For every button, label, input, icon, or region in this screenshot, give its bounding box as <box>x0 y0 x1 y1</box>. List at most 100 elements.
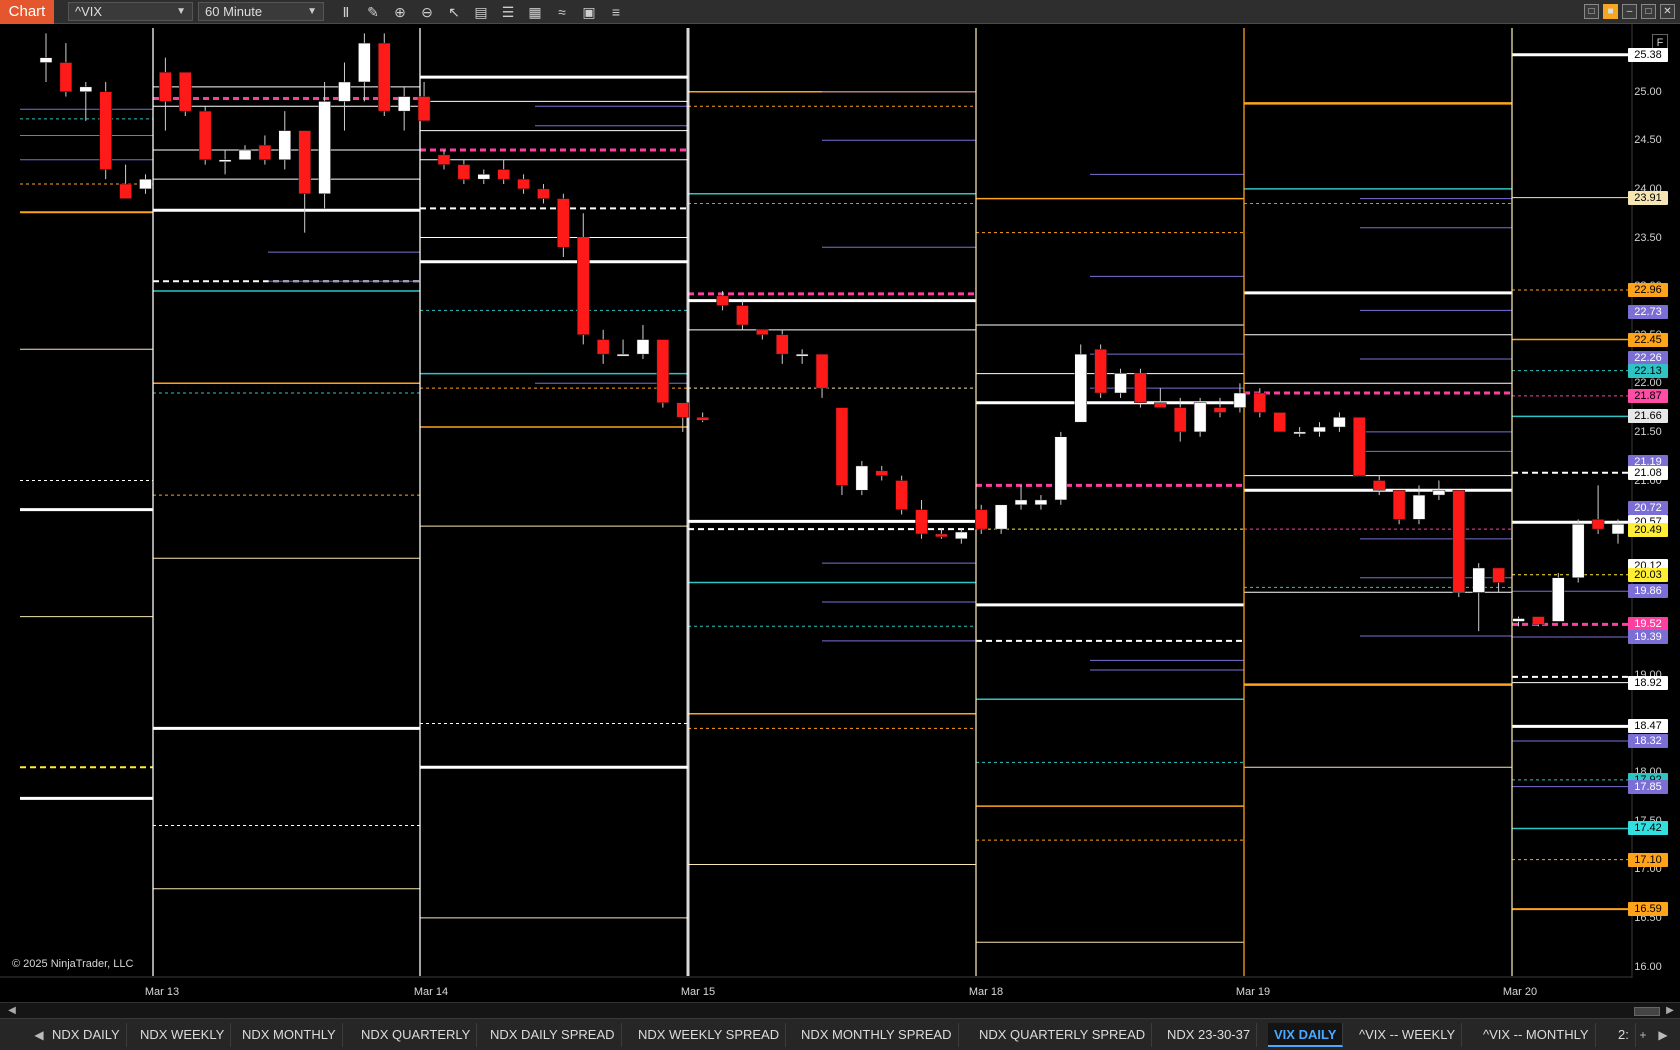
price-level-badge: 21.87 <box>1628 388 1668 403</box>
strategies-icon[interactable]: ▦ <box>525 2 545 22</box>
tab-vix-monthly[interactable]: ^VIX -- MONTHLY <box>1477 1023 1596 1047</box>
price-level-badge: 19.86 <box>1628 584 1668 599</box>
candle-body <box>79 86 93 92</box>
candle-body <box>815 353 829 389</box>
candle-body <box>298 130 311 195</box>
scrollbar-thumb[interactable] <box>1634 1007 1660 1016</box>
interval-selector[interactable]: 60 Minute ▼ <box>198 2 324 21</box>
price-level-badge: 18.92 <box>1628 675 1668 690</box>
list-icon[interactable]: ≡ <box>606 2 626 22</box>
candle-body <box>218 159 232 162</box>
candle-body <box>1293 431 1306 435</box>
candle-body <box>457 164 471 180</box>
price-axis-tick: 23.50 <box>1634 231 1662 244</box>
price-level-badge: 18.47 <box>1628 719 1668 734</box>
close-icon[interactable]: ✕ <box>1660 4 1675 19</box>
restore-icon[interactable]: □ <box>1584 4 1599 19</box>
candle-body <box>497 169 510 180</box>
tab-ndx-daily[interactable]: NDX DAILY <box>46 1023 127 1047</box>
properties-icon[interactable]: ☰ <box>498 2 518 22</box>
tab-ndx-monthly-spread[interactable]: NDX MONTHLY SPREAD <box>795 1023 959 1047</box>
tab-ndx-quarterly[interactable]: NDX QUARTERLY <box>355 1023 478 1047</box>
instrument-value: ^VIX <box>75 4 103 19</box>
indicators-icon[interactable]: ≈ <box>552 2 572 22</box>
tile-icon[interactable]: ■ <box>1603 4 1618 19</box>
price-axis-tick: 16.00 <box>1634 960 1662 973</box>
add-tab-icon[interactable]: + <box>1636 1023 1650 1047</box>
candle-body <box>1074 353 1087 423</box>
zoom-in-icon[interactable]: ⊕ <box>390 2 410 22</box>
candle-body <box>1571 523 1585 578</box>
tab-ndx-monthly[interactable]: NDX MONTHLY <box>236 1023 343 1047</box>
candle-body <box>1432 489 1446 496</box>
tab-2[interactable]: 2: <box>1612 1023 1636 1047</box>
tab-scroll-left-icon[interactable]: ◀ <box>32 1023 46 1047</box>
data-box-icon[interactable]: ▤ <box>471 2 491 22</box>
tab-ndx-quarterly-spread[interactable]: NDX QUARTERLY SPREAD <box>973 1023 1153 1047</box>
price-level-badge: 17.42 <box>1628 821 1668 836</box>
candle-body <box>1492 567 1505 583</box>
candle-body <box>656 339 670 403</box>
templates-icon[interactable]: ▣ <box>579 2 599 22</box>
date-tick-label: Mar 15 <box>680 986 716 998</box>
price-level-badge: 17.10 <box>1628 852 1668 867</box>
price-levels <box>20 28 1632 976</box>
candle-body <box>1591 519 1605 530</box>
candle-body <box>1233 392 1247 408</box>
candle-body <box>378 42 391 112</box>
candle-body <box>1134 373 1147 403</box>
scroll-left-icon[interactable]: ◀ <box>4 1003 20 1019</box>
candle-body <box>616 353 630 357</box>
candle-body <box>636 339 650 355</box>
candle-body <box>238 149 252 160</box>
horizontal-scrollbar[interactable]: ◀ ▶ <box>0 1002 1680 1018</box>
price-level-badge: 18.32 <box>1628 733 1668 748</box>
tab-ndx-weekly[interactable]: NDX WEEKLY <box>134 1023 232 1047</box>
candle-body <box>517 178 530 190</box>
pointer-icon[interactable]: ↖ <box>444 2 464 22</box>
candle-body <box>1472 567 1485 593</box>
candle-body <box>1114 373 1127 394</box>
candle-body <box>437 154 451 165</box>
price-level-badge: 21.66 <box>1628 409 1668 424</box>
date-tick-label: Mar 18 <box>968 986 1004 998</box>
candle-body <box>1213 407 1227 413</box>
minimize-icon[interactable]: – <box>1622 4 1637 19</box>
price-level-badge: 21.08 <box>1628 465 1668 480</box>
candle-body <box>1253 392 1267 413</box>
price-level-badge: 20.03 <box>1628 567 1668 582</box>
candle-body <box>119 183 132 199</box>
tab-ndx-daily-spread[interactable]: NDX DAILY SPREAD <box>484 1023 622 1047</box>
instrument-selector[interactable]: ^VIX ▼ <box>68 2 193 21</box>
price-chart[interactable] <box>0 24 1680 1002</box>
candle-body <box>577 237 590 335</box>
chevron-down-icon: ▼ <box>307 6 317 17</box>
tab-ndx-23-30-37[interactable]: NDX 23-30-37 <box>1161 1023 1258 1047</box>
candle-body <box>1353 417 1366 476</box>
chart-window-tab[interactable]: Chart <box>0 0 54 24</box>
tab-ndx-weekly-spread[interactable]: NDX WEEKLY SPREAD <box>632 1023 787 1047</box>
maximize-icon[interactable]: □ <box>1641 4 1656 19</box>
bar-type-icon[interactable]: Ⅱ <box>336 2 356 22</box>
tab-vix-daily[interactable]: VIX DAILY <box>1268 1023 1344 1047</box>
candle-body <box>557 198 570 248</box>
candle-body <box>1094 349 1107 394</box>
candle-body <box>477 174 491 180</box>
scroll-right-icon[interactable]: ▶ <box>1662 1003 1678 1019</box>
candle-body <box>736 305 749 326</box>
tab-scroll-right-icon[interactable]: ▶ <box>1656 1023 1670 1047</box>
candle-body <box>1333 417 1346 428</box>
zoom-out-icon[interactable]: ⊖ <box>417 2 437 22</box>
tab-vix-weekly[interactable]: ^VIX -- WEEKLY <box>1353 1023 1463 1047</box>
candle-body <box>795 353 809 357</box>
candle-body <box>1014 499 1028 506</box>
candle-body <box>974 509 988 530</box>
drawing-tools-icon[interactable]: ✎ <box>363 2 383 22</box>
candle-body <box>1313 426 1326 433</box>
candle-body <box>198 110 212 160</box>
candle-body <box>1273 412 1286 433</box>
candle-body <box>258 144 272 160</box>
candle-body <box>1512 618 1525 622</box>
candle-body <box>139 178 152 190</box>
copyright-notice: © 2025 NinjaTrader, LLC <box>12 958 134 970</box>
